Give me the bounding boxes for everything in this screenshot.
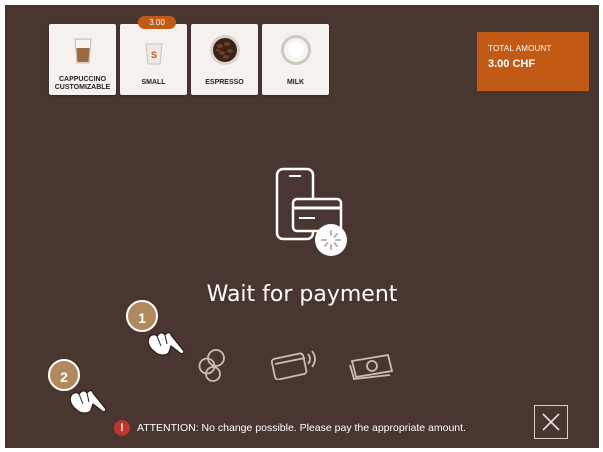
payment-status: Wait for payment (206, 282, 398, 307)
close-icon (542, 413, 560, 431)
warning-icon: ! (114, 420, 130, 436)
cappuccino-glass-icon (73, 38, 92, 64)
payment-screen: CAPPUCCINO CUSTOMIZABLE 3.00 S SMALL ESP… (5, 5, 599, 448)
attention-notice: ! ATTENTION: No change possible. Please … (114, 419, 466, 437)
item-label: CAPPUCCINO CUSTOMIZABLE (54, 76, 111, 91)
total-amount: 3.00 CHF (488, 58, 536, 70)
item-label: SMALL (141, 79, 166, 86)
item-label: ESPRESSO (205, 79, 244, 86)
price-badge: 3.00 (138, 16, 176, 29)
svg-text:S: S (150, 50, 156, 60)
pointing-hand-icon (69, 390, 107, 414)
card-contactless-icon (270, 350, 316, 380)
item-espresso: ESPRESSO (191, 24, 258, 95)
small-cup-icon: S (144, 43, 163, 65)
pointing-hand-icon (147, 332, 185, 356)
mobile-card-payment-icon (275, 167, 347, 256)
item-small: S SMALL (120, 24, 187, 95)
item-label: MILK (286, 79, 305, 86)
total-title: TOTAL AMOUNT (488, 44, 552, 53)
banknote-icon (349, 353, 394, 380)
item-milk: MILK (262, 24, 329, 95)
item-cappuccino: CAPPUCCINO CUSTOMIZABLE (49, 24, 116, 95)
coins-icon (198, 349, 225, 382)
cancel-button[interactable] (534, 405, 568, 439)
milk-cup-icon (280, 35, 311, 65)
attention-text: ATTENTION: No change possible. Please pa… (137, 422, 466, 434)
espresso-beans-icon (209, 35, 240, 65)
total-amount-panel: TOTAL AMOUNT 3.00 CHF (477, 32, 589, 91)
